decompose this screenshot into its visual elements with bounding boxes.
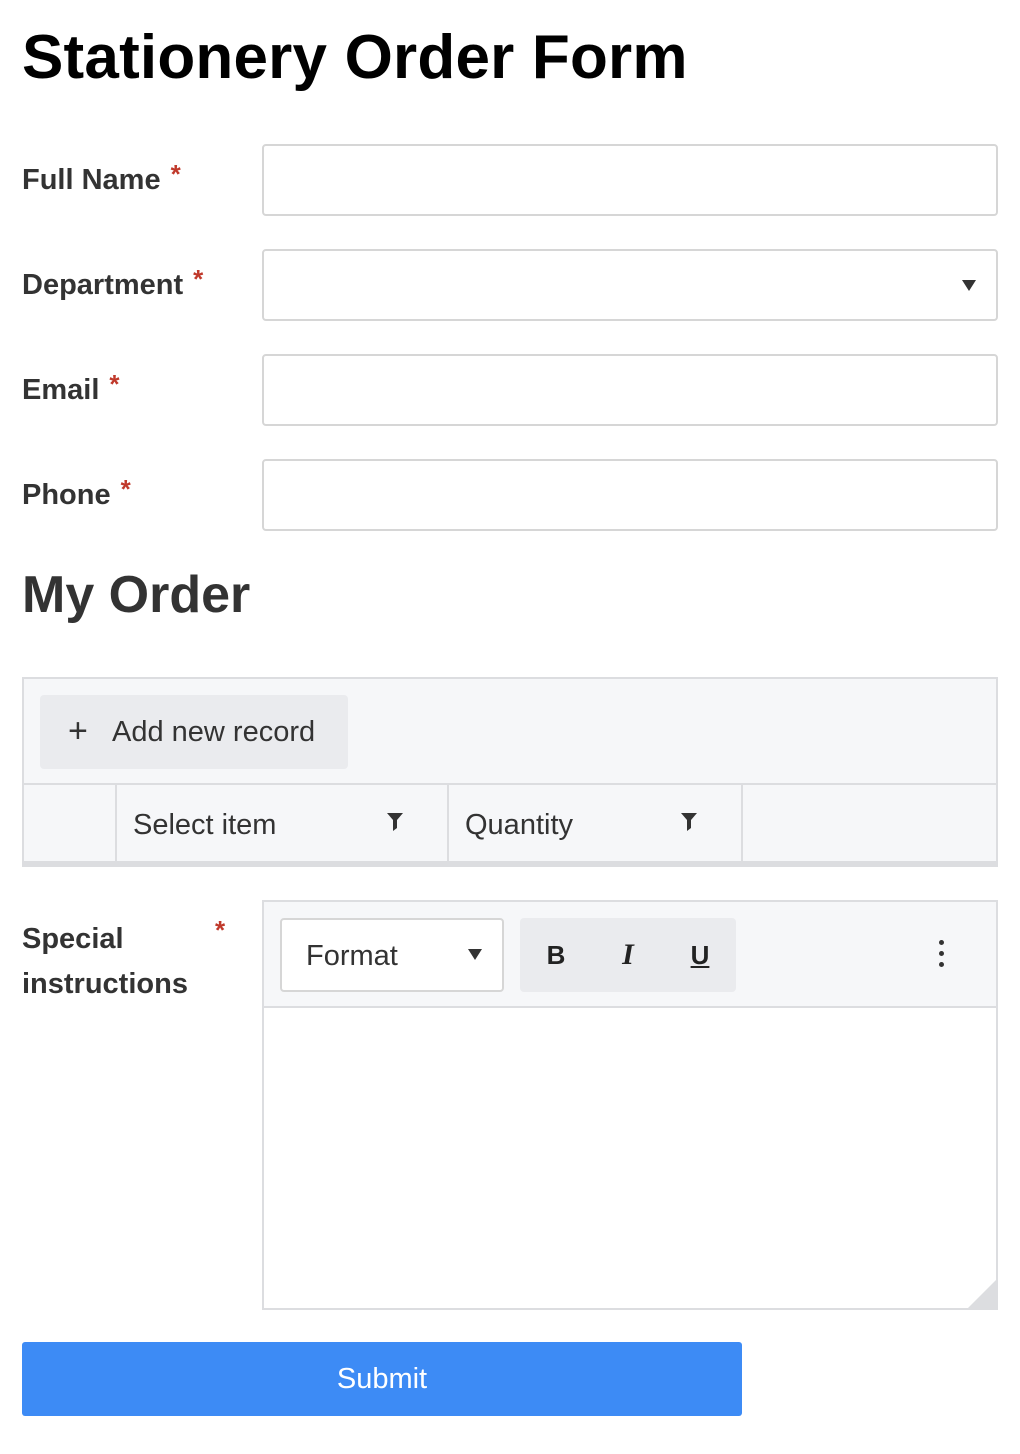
chevron-down-icon — [962, 280, 976, 291]
required-marker: * — [215, 915, 226, 945]
grid-column-select — [24, 785, 117, 863]
grid-column-actions — [743, 785, 996, 863]
underline-button[interactable]: U — [664, 918, 736, 992]
department-label-text: Department — [22, 269, 184, 301]
submit-button[interactable]: Submit — [22, 1342, 742, 1416]
special-instructions-content[interactable] — [264, 1008, 996, 1308]
grid-column-select-item[interactable]: Select item — [117, 785, 449, 863]
email-input[interactable] — [262, 354, 998, 426]
phone-label-text: Phone — [22, 479, 111, 511]
dot — [939, 962, 944, 967]
plus-icon: + — [68, 712, 88, 750]
page-title: Stationery Order Form — [22, 23, 688, 92]
order-grid: + Add new record Select item Quantity — [22, 677, 998, 867]
required-marker: * — [120, 474, 131, 504]
add-new-record-button[interactable]: + Add new record — [40, 695, 348, 769]
filter-icon[interactable] — [387, 813, 403, 831]
full-name-input[interactable] — [262, 144, 998, 216]
dot — [939, 940, 944, 945]
bold-button[interactable]: B — [520, 918, 592, 992]
resize-handle-icon[interactable] — [968, 1280, 996, 1308]
chevron-down-icon — [468, 949, 482, 960]
format-dropdown[interactable]: Format — [280, 918, 504, 992]
department-label: Department * — [22, 264, 204, 303]
format-button-group: B I U — [520, 918, 736, 992]
grid-column-label: Quantity — [465, 809, 573, 841]
full-name-label-text: Full Name — [22, 164, 161, 196]
more-vertical-icon[interactable] — [922, 932, 962, 978]
my-order-title: My Order — [22, 566, 251, 624]
full-name-label: Full Name * — [22, 159, 181, 198]
department-select[interactable] — [262, 249, 998, 321]
phone-input[interactable] — [262, 459, 998, 531]
special-instructions-label-line1: Special — [22, 923, 124, 955]
special-instructions-label-line2: instructions — [22, 968, 188, 1000]
grid-column-quantity[interactable]: Quantity — [449, 785, 743, 863]
required-marker: * — [193, 264, 204, 294]
grid-toolbar: + Add new record — [24, 679, 996, 785]
special-instructions-editor: Format B I U — [262, 900, 998, 1310]
email-label: Email * — [22, 369, 120, 408]
editor-toolbar: Format B I U — [264, 902, 996, 1008]
email-label-text: Email — [22, 374, 100, 406]
grid-header-row: Select item Quantity — [24, 785, 996, 865]
required-marker: * — [109, 369, 120, 399]
special-instructions-label: Special instructions — [22, 917, 188, 1007]
required-marker: * — [170, 159, 181, 189]
format-dropdown-label: Format — [306, 940, 398, 972]
dot — [939, 951, 944, 956]
italic-button[interactable]: I — [592, 918, 664, 992]
add-new-record-label: Add new record — [112, 716, 316, 748]
filter-icon[interactable] — [681, 813, 697, 831]
phone-label: Phone * — [22, 474, 131, 513]
grid-column-label: Select item — [133, 809, 277, 841]
